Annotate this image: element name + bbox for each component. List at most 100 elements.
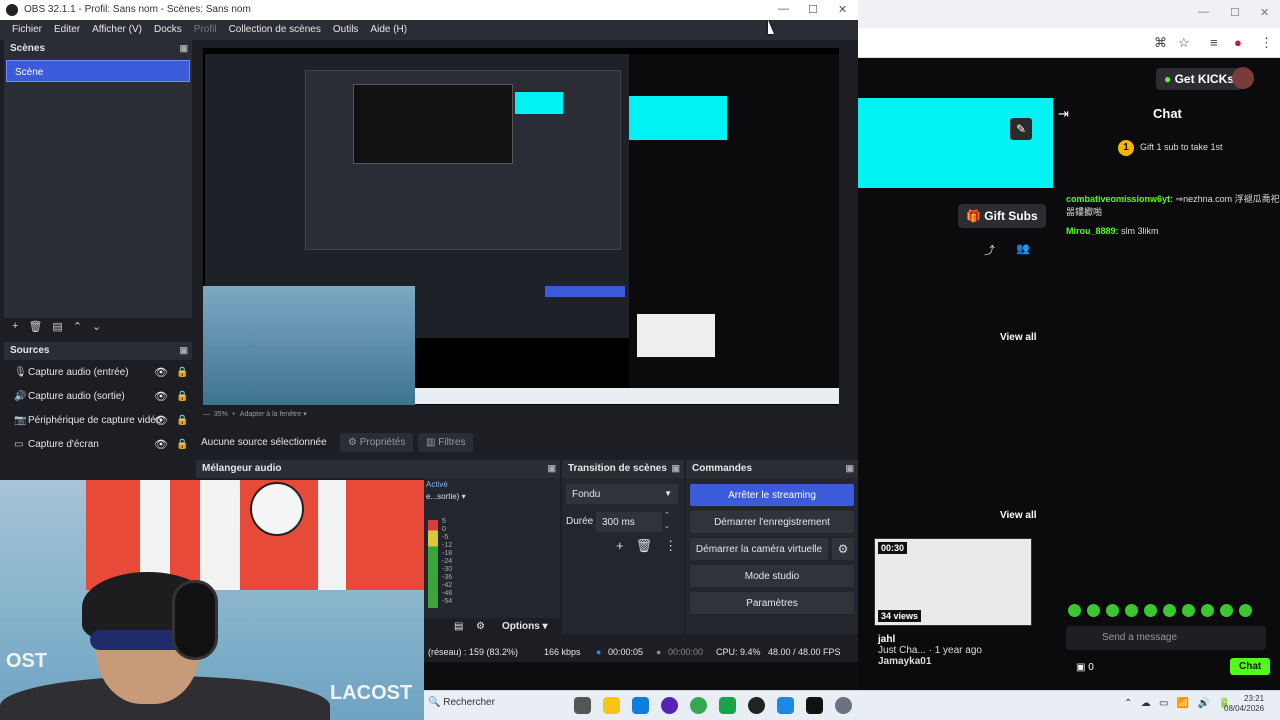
maximize-icon[interactable]: ☐ — [1230, 6, 1240, 19]
filter-icon[interactable]: ▤ — [52, 320, 62, 333]
edit-icon[interactable]: ✎ — [1010, 118, 1032, 140]
menu-profil[interactable]: Profil — [188, 20, 223, 40]
source-item[interactable]: 📷 Périphérique de capture vidéo 👁 🔒 — [4, 408, 192, 432]
emote-icon[interactable] — [1163, 604, 1176, 617]
emote-icon[interactable] — [1068, 604, 1081, 617]
menu-afficher[interactable]: Afficher (V) — [86, 20, 148, 40]
trash-icon[interactable]: 🗑 — [28, 320, 42, 333]
undock-icon[interactable]: ▣ — [845, 463, 854, 474]
clip-author[interactable]: jahl — [878, 634, 982, 645]
source-item[interactable]: 🎙 Capture audio (entrée) 👁 🔒 — [4, 360, 192, 384]
collapse-chat-icon[interactable]: ⇥ — [1058, 106, 1069, 122]
eye-icon[interactable]: 👁 — [154, 366, 168, 379]
task-view-icon[interactable] — [574, 697, 591, 714]
duration-input[interactable]: 300 ms — [596, 512, 662, 532]
menu-aide[interactable]: Aide (H) — [364, 20, 413, 40]
source-item[interactable]: ▭ Capture d'écran 👁 🔒 — [4, 432, 192, 456]
undock-icon[interactable]: ▣ — [547, 463, 556, 474]
minimize-icon[interactable]: — — [778, 3, 789, 15]
file-explorer-icon[interactable] — [603, 697, 620, 714]
settings-button[interactable]: Paramètres — [690, 592, 854, 614]
emote-icon[interactable] — [1106, 604, 1119, 617]
mixer-settings-icon[interactable]: ⚙ — [476, 621, 485, 632]
clip-thumbnail[interactable]: 00:30 34 views — [874, 538, 1032, 626]
lock-icon[interactable]: 🔒 — [176, 367, 188, 378]
menu-editer[interactable]: Editer — [48, 20, 86, 40]
fit-select[interactable]: Adapter à la fenêtre — [240, 411, 302, 418]
eye-icon[interactable]: 👁 — [154, 414, 168, 427]
minimize-icon[interactable]: — — [1198, 6, 1209, 18]
profile-icon[interactable]: ● — [1234, 35, 1242, 50]
emote-icon[interactable] — [1125, 604, 1138, 617]
get-kicks-button[interactable]: ● Get KICKs — [1156, 68, 1242, 90]
menu-collection[interactable]: Collection de scènes — [223, 20, 327, 40]
view-all-link[interactable]: View all — [1000, 332, 1037, 343]
undock-icon[interactable]: ▣ — [179, 43, 188, 54]
mixer-layout-icon[interactable]: ▤ — [454, 621, 463, 632]
emote-icon[interactable] — [1144, 604, 1157, 617]
system-tray[interactable]: ⌃ ☁ ▭ 📶 🔊 🔋 — [1124, 698, 1231, 709]
studio-mode-button[interactable]: Mode studio — [690, 565, 854, 587]
app-icon[interactable] — [777, 697, 794, 714]
chevron-down-icon[interactable]: ▾ — [462, 492, 466, 501]
menu-icon[interactable]: ⋮ — [1260, 35, 1273, 51]
options-button[interactable]: Options ▾ — [502, 621, 548, 632]
chat-username[interactable]: combativeomissionw6yt: — [1066, 194, 1173, 204]
clip-channel[interactable]: Jamayka01 — [878, 656, 982, 667]
menu-fichier[interactable]: Fichier — [6, 20, 48, 40]
app-icon[interactable] — [719, 697, 736, 714]
clock[interactable]: 23:21 08/04/2026 — [1224, 694, 1264, 714]
preview-canvas[interactable] — [203, 48, 839, 405]
translate-icon[interactable]: ⌘ — [1154, 35, 1167, 51]
eye-icon[interactable]: 👁 — [154, 390, 168, 403]
gift-subs-button[interactable]: 🎁 Gift Subs — [958, 204, 1046, 228]
scene-item[interactable]: Scène — [6, 60, 190, 82]
avatar[interactable] — [1232, 67, 1254, 89]
start-virtual-camera-button[interactable]: Démarrer la caméra virtuelle — [690, 538, 828, 560]
edge-icon[interactable] — [632, 697, 649, 714]
star-icon[interactable]: ☆ — [1178, 35, 1190, 51]
properties-button[interactable]: ⚙ Propriétés — [340, 433, 414, 452]
settings-icon[interactable] — [835, 697, 852, 714]
trash-icon[interactable]: 🗑 — [636, 538, 653, 554]
chat-input[interactable]: Send a message — [1066, 626, 1266, 650]
transition-select[interactable]: Fondu ▼ — [566, 484, 678, 504]
share-icon[interactable]: ⤴ — [984, 242, 995, 258]
lock-icon[interactable]: 🔒 — [176, 391, 188, 402]
lock-icon[interactable]: 🔒 — [176, 439, 188, 450]
add-icon[interactable]: + — [616, 538, 624, 554]
stop-streaming-button[interactable]: Arrêter le streaming — [690, 484, 854, 506]
zoom-value[interactable]: 35% — [214, 411, 228, 418]
chevron-down-icon[interactable]: ⌄ — [664, 521, 670, 532]
add-icon[interactable]: + — [12, 320, 18, 333]
chrome-icon[interactable] — [690, 697, 707, 714]
undock-icon[interactable]: ▣ — [671, 463, 680, 474]
close-icon[interactable]: ✕ — [838, 3, 847, 16]
taskbar-search[interactable]: 🔍 Rechercher — [428, 697, 495, 708]
chat-username[interactable]: Mirou_8889: — [1066, 226, 1119, 236]
source-item[interactable]: 🔊 Capture audio (sortie) 👁 🔒 — [4, 384, 192, 408]
menu-outils[interactable]: Outils — [327, 20, 365, 40]
emote-icon[interactable] — [1182, 604, 1195, 617]
chevron-up-icon[interactable]: ⌃ — [664, 510, 670, 521]
obs-icon[interactable] — [748, 697, 765, 714]
duration-stepper[interactable]: ⌃ ⌄ — [664, 510, 670, 532]
view-all-link[interactable]: View all — [1000, 510, 1037, 521]
gear-icon[interactable]: ⚙ — [832, 538, 854, 560]
chat-send-button[interactable]: Chat — [1230, 658, 1271, 675]
maximize-icon[interactable]: ☐ — [808, 3, 818, 16]
undock-icon[interactable]: ▣ — [179, 345, 188, 356]
chevron-up-icon[interactable]: ⌃ — [73, 320, 82, 333]
more-icon[interactable]: ⋮ — [664, 538, 677, 554]
emote-icon[interactable] — [1087, 604, 1100, 617]
eye-icon[interactable]: 👁 — [154, 438, 168, 451]
emote-icon[interactable] — [1220, 604, 1233, 617]
lock-icon[interactable]: 🔒 — [176, 415, 188, 426]
filters-button[interactable]: ▥ Filtres — [418, 433, 474, 452]
tiktok-icon[interactable] — [806, 697, 823, 714]
menu-docks[interactable]: Docks — [148, 20, 188, 40]
chevron-down-icon[interactable]: ⌄ — [92, 320, 101, 333]
add-user-icon[interactable]: 👥 — [1016, 242, 1030, 255]
close-icon[interactable]: ✕ — [1260, 6, 1269, 19]
emote-icon[interactable] — [1239, 604, 1252, 617]
